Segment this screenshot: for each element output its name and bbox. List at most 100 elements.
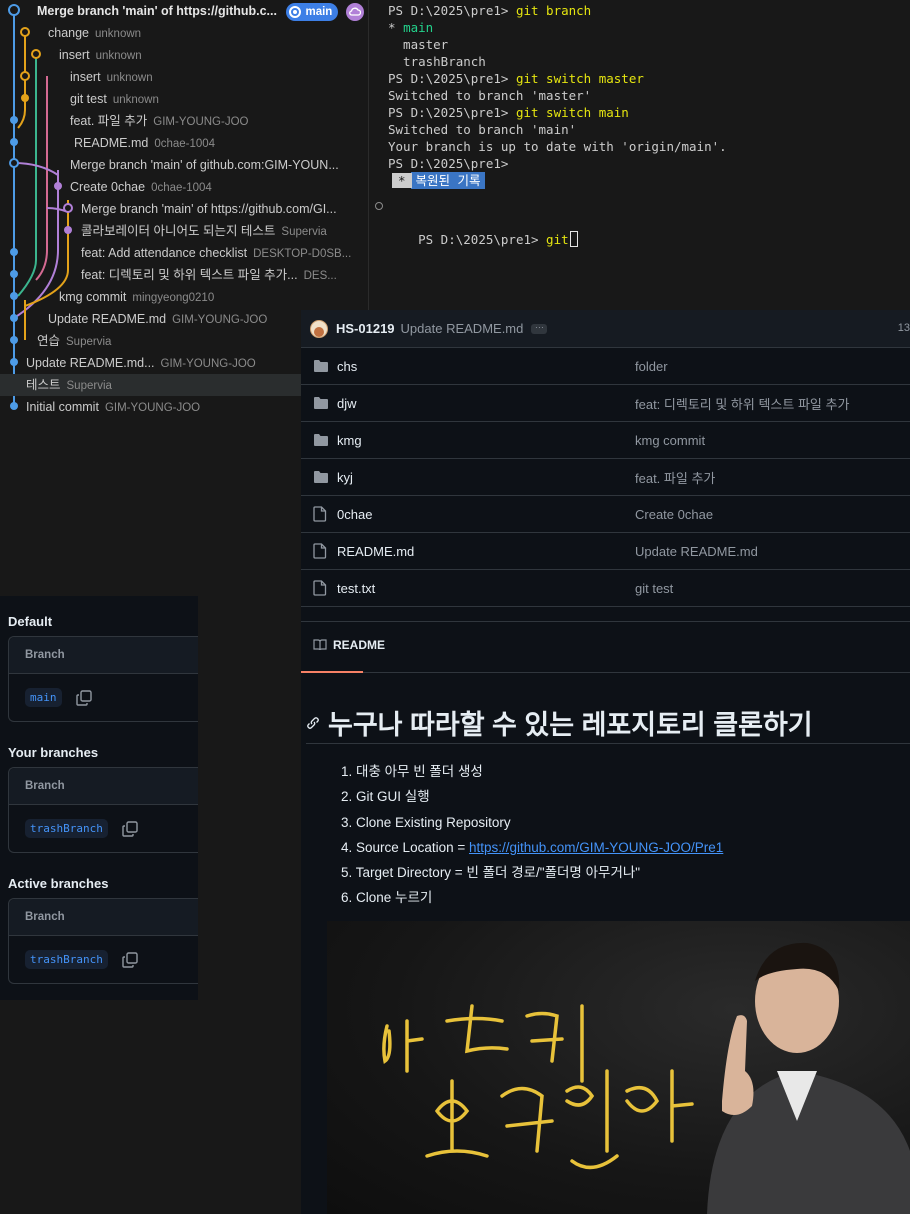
tab-readme[interactable]: README <box>313 638 385 652</box>
commit-row[interactable]: Merge branch 'main' of github.com:GIM-YO… <box>0 154 368 176</box>
file-commit-message[interactable]: feat. 파일 추가 <box>635 468 715 487</box>
file-row[interactable]: kyj feat. 파일 추가 <box>301 459 910 496</box>
commit-author: 0chae-1004 <box>154 138 216 150</box>
book-icon <box>313 639 327 651</box>
section-title: Default <box>8 614 53 629</box>
terminal-panel[interactable]: PS D:\2025\pre1> git branch * main maste… <box>369 0 910 310</box>
copy-icon[interactable] <box>75 689 92 706</box>
file-row[interactable]: README.md Update README.md <box>301 533 910 570</box>
file-commit-message[interactable]: Create 0chae <box>635 507 713 522</box>
latest-commit-bar: HS-01219 Update README.md ··· 13 <box>301 310 910 348</box>
link-icon[interactable] <box>306 716 322 730</box>
commit-row[interactable]: 콜라보레이터 아니어도 되는지 테스트 Supervia <box>0 220 368 242</box>
restored-history-marker: * 복원된 기록 <box>369 172 910 189</box>
commit-author: GIM-YOUNG-JOO <box>160 358 256 370</box>
commit-message: feat: 디렉토리 및 하위 텍스트 파일 추가... <box>81 268 298 282</box>
file-commit-message[interactable]: Update README.md <box>635 544 758 559</box>
commit-count[interactable]: 13 <box>898 322 910 334</box>
file-row[interactable]: chs folder <box>301 348 910 385</box>
commit-message: README.md <box>74 136 149 150</box>
commit-message: Update README.md... <box>26 356 155 370</box>
column-header: Branch <box>9 637 198 674</box>
commit-message: feat: Add attendance checklist <box>81 246 248 260</box>
source-location-link[interactable]: https://github.com/GIM-YOUNG-JOO/Pre1 <box>469 840 723 855</box>
commit-row[interactable]: Merge branch 'main' of https://github.c.… <box>0 0 368 22</box>
file-commit-message[interactable]: feat: 디렉토리 및 하위 텍스트 파일 추가 <box>635 394 849 413</box>
list-item: 1. 대충 아무 빈 폴더 생성 <box>341 764 483 779</box>
file-name[interactable]: kyj <box>337 470 635 485</box>
file-name[interactable]: kmg <box>337 433 635 448</box>
commit-row[interactable]: change unknown <box>0 22 368 44</box>
active-tab-indicator <box>301 671 363 673</box>
file-commit-message[interactable]: git test <box>635 581 673 596</box>
commit-row[interactable]: Create 0chae 0chae-1004 <box>0 176 368 198</box>
commit-row[interactable]: insert unknown <box>0 44 368 66</box>
avatar[interactable] <box>310 319 328 338</box>
commit-author: unknown <box>106 72 153 84</box>
file-commit-message[interactable]: kmg commit <box>635 433 705 448</box>
branch-row: main <box>9 674 198 721</box>
file-name[interactable]: README.md <box>337 544 635 559</box>
terminal-cursor <box>569 231 578 247</box>
file-commit-message[interactable]: folder <box>635 359 668 374</box>
list-item: 6. Clone 누르기 <box>341 890 433 906</box>
commit-row[interactable]: feat: Add attendance checklist DESKTOP-D0… <box>0 242 368 264</box>
file-icon <box>313 506 329 522</box>
commit-message: Update README.md <box>48 312 167 326</box>
commit-message: feat. 파일 추가 <box>70 114 148 128</box>
file-row[interactable]: 0chae Create 0chae <box>301 496 910 533</box>
branch-name-chip[interactable]: trashBranch <box>25 819 108 838</box>
ellipsis-icon[interactable]: ··· <box>531 322 548 334</box>
readme-heading: 누구나 따라할 수 있는 레포지토리 클론하기 <box>306 702 910 744</box>
list-item: 5. Target Directory = 빈 폴더 경로/"폴더명 아무거나" <box>341 865 641 881</box>
commit-author: Supervia <box>66 336 112 348</box>
commit-message: Merge branch 'main' of github.com:GIM-YO… <box>70 158 339 172</box>
commit-message: insert <box>59 48 90 62</box>
terminal-line: PS D:\2025\pre1> git switch master <box>388 71 644 86</box>
commit-message: kmg commit <box>59 290 127 304</box>
commit-row[interactable]: feat: 디렉토리 및 하위 텍스트 파일 추가... DES... <box>0 264 368 286</box>
branch-name-chip[interactable]: main <box>25 688 62 707</box>
branch-badge-main[interactable]: main <box>286 2 339 21</box>
commit-row[interactable]: git test unknown <box>0 88 368 110</box>
file-name[interactable]: chs <box>337 359 635 374</box>
file-row[interactable]: test.txt git test <box>301 570 910 607</box>
commit-author: Supervia <box>281 226 327 238</box>
branch-row: trashBranch <box>9 936 198 983</box>
commit-row[interactable]: Merge branch 'main' of https://github.co… <box>0 198 368 220</box>
terminal-line: PS D:\2025\pre1> git branch <box>388 3 592 18</box>
commit-message: change <box>48 26 90 40</box>
commit-row[interactable]: README.md 0chae-1004 <box>0 132 368 154</box>
terminal-decoration-dot[interactable] <box>375 202 383 210</box>
file-name[interactable]: 0chae <box>337 507 635 522</box>
commit-row[interactable]: kmg commit mingyeong0210 <box>0 286 368 308</box>
github-repo-panel: HS-01219 Update README.md ··· 13 chs fol… <box>301 310 910 1214</box>
commit-message: Merge branch 'main' of https://github.co… <box>81 202 337 216</box>
terminal-line: master <box>388 37 449 52</box>
file-name[interactable]: djw <box>337 396 635 411</box>
commit-row[interactable]: insert unknown <box>0 66 368 88</box>
file-row[interactable]: kmg kmg commit <box>301 422 910 459</box>
section-title: Your branches <box>8 745 99 760</box>
commit-user-link[interactable]: HS-01219 <box>336 321 395 336</box>
file-row[interactable]: djw feat: 디렉토리 및 하위 텍스트 파일 추가 <box>301 385 910 422</box>
commit-message: 콜라보레이터 아니어도 되는지 테스트 <box>81 224 276 238</box>
copy-icon[interactable] <box>122 820 138 837</box>
terminal-input[interactable]: git <box>546 232 569 247</box>
file-list: chs folder djw feat: 디렉토리 및 하위 텍스트 파일 추가… <box>301 348 910 607</box>
copy-icon[interactable] <box>122 951 138 968</box>
list-item: 3. Clone Existing Repository <box>341 814 511 830</box>
branch-table: Branch trashBranch <box>8 767 198 853</box>
branch-section-yours: Your branches Branch trashBranch <box>8 745 198 853</box>
terminal-line: Your branch is up to date with 'origin/m… <box>388 139 727 154</box>
commit-row[interactable]: feat. 파일 추가 GIM-YOUNG-JOO <box>0 110 368 132</box>
file-name[interactable]: test.txt <box>337 581 635 596</box>
commit-message: Initial commit <box>26 400 99 414</box>
commit-author: mingyeong0210 <box>132 292 215 304</box>
terminal-line: PS D:\2025\pre1> <box>388 156 516 171</box>
terminal-current-line[interactable]: PS D:\2025\pre1> git <box>369 197 910 247</box>
folder-icon <box>313 433 329 447</box>
latest-commit-message[interactable]: Update README.md <box>401 321 524 336</box>
branches-panel: Default Branch main Your branches Branch… <box>0 596 198 1000</box>
branch-name-chip[interactable]: trashBranch <box>25 950 108 969</box>
